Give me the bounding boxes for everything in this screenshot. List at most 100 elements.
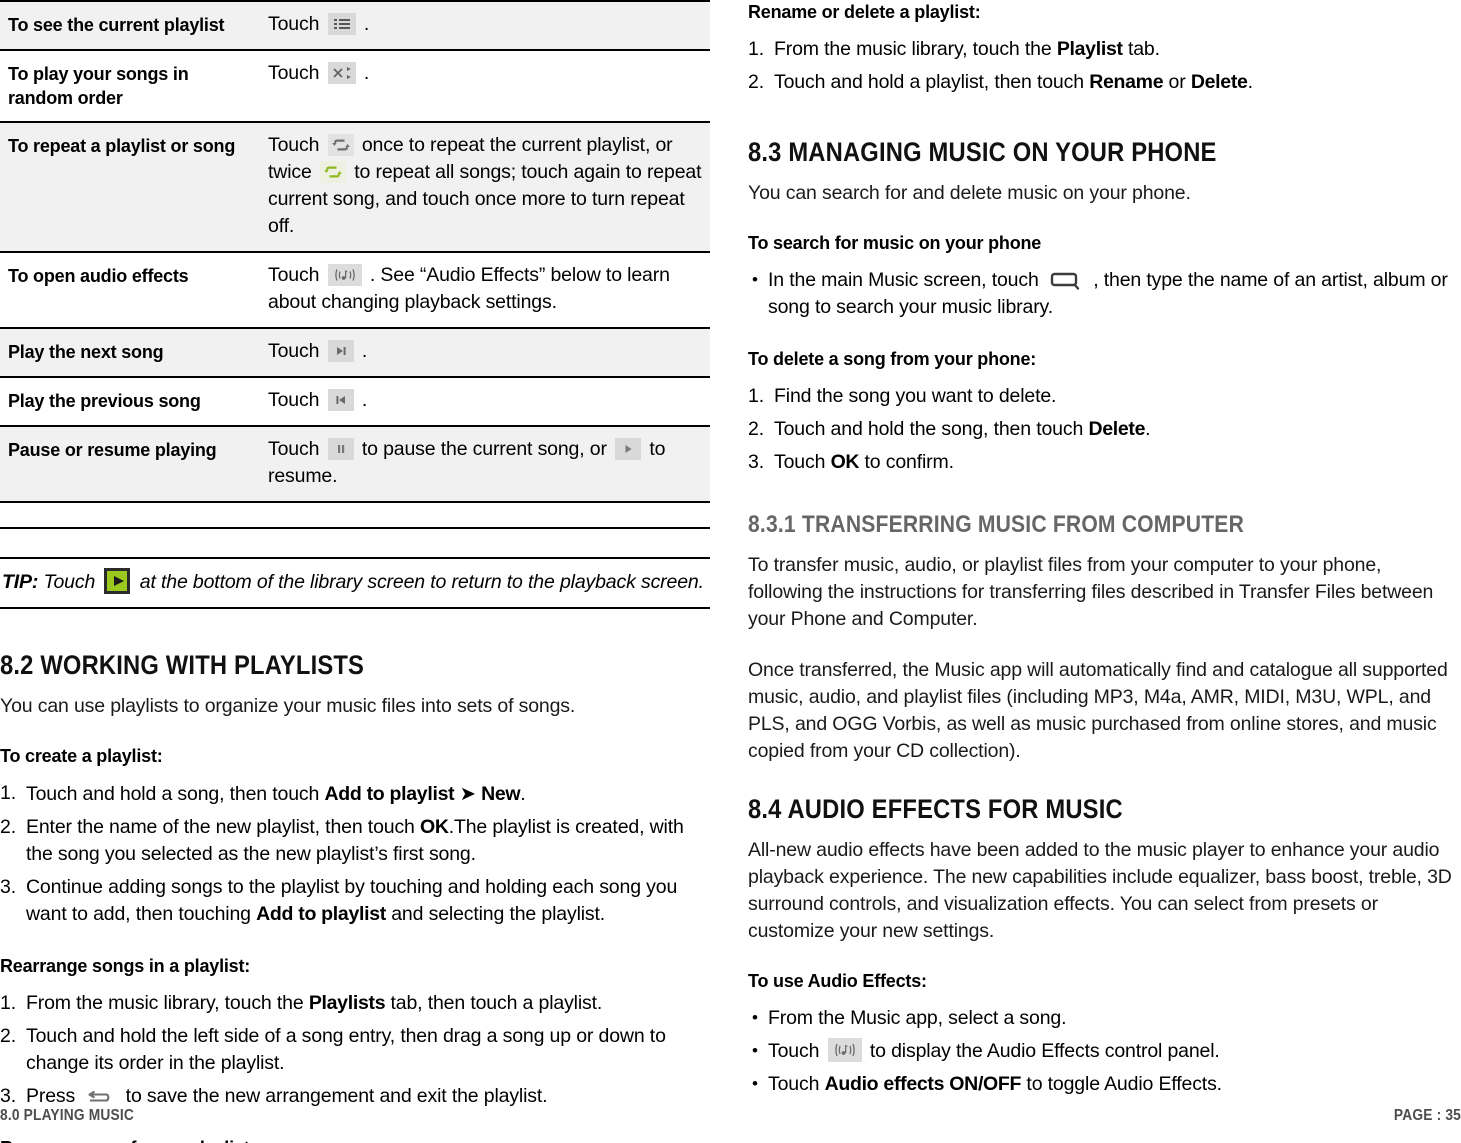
step-bold-term: OK xyxy=(420,816,449,838)
step-text-post: . xyxy=(520,783,526,805)
bullet-text-post: to toggle Audio Effects. xyxy=(1021,1073,1222,1095)
step-text-pre: Enter the name of the new playlist, then… xyxy=(26,816,421,838)
bullet-text-pre: From the Music app, select a song. xyxy=(768,1007,1067,1029)
trailing-punctuation: . xyxy=(363,13,370,35)
footer-chapter-label: 8.0 PLAYING MUSIC xyxy=(0,1107,134,1124)
list-item: 2. Touch and hold a playlist, then touch… xyxy=(748,69,1458,96)
footer-page-number: PAGE : 35 xyxy=(1393,1107,1461,1124)
step-text-post: tab, then touch a playlist. xyxy=(385,992,603,1014)
trailing-punctuation: . xyxy=(361,389,368,411)
list-item: 1. Touch and hold a song, then touch Add… xyxy=(0,780,710,808)
table-cell-description: Touch . xyxy=(262,1,710,50)
back-key-icon xyxy=(83,1087,117,1107)
subheading-use-audio-effects: To use Audio Effects: xyxy=(748,971,927,991)
table-row: To open audio effects Touch . See “Audio… xyxy=(0,252,710,328)
table-row: Play the next song Touch . xyxy=(0,328,710,377)
touch-label: Touch xyxy=(268,340,320,362)
list-item: 3. Continue adding songs to the playlist… xyxy=(0,874,710,928)
step-number: 2. xyxy=(748,418,764,440)
step-number: 1. xyxy=(748,38,764,60)
section-8-3-intro: You can search for and delete music on y… xyxy=(748,182,1191,204)
step-text-post: tab. xyxy=(1122,38,1160,60)
table-row: To see the current playlist Touch . xyxy=(0,1,710,50)
step-bold-term: Add to playlist xyxy=(324,783,455,805)
touch-label: Touch xyxy=(268,134,320,156)
rearrange-songs-steps: 1. From the music library, touch the Pla… xyxy=(0,990,710,1110)
green-play-button-icon xyxy=(104,568,131,594)
step-bold-term: Add to playlist xyxy=(256,903,386,925)
bullet-text-post: to display the Audio Effects control pan… xyxy=(869,1040,1220,1062)
repeat-all-icon xyxy=(319,161,346,183)
rename-delete-steps: 1. From the music library, touch the Pla… xyxy=(748,36,1458,96)
step-text-mid: or xyxy=(1163,71,1191,93)
table-cell-description: Touch . xyxy=(262,328,710,377)
step-bold-term: Delete xyxy=(1088,418,1146,440)
audio-effects-icon xyxy=(327,264,362,286)
step-bold-term-2: Delete xyxy=(1190,71,1248,93)
step-number: 3. xyxy=(0,1085,16,1107)
table-cell-action: To open audio effects xyxy=(0,252,262,328)
section-8-4-intro: All-new audio effects have been added to… xyxy=(748,839,1452,942)
table-cell-action: Play the previous song xyxy=(0,377,262,426)
table-cell-description: Touch . See “Audio Effects” below to lea… xyxy=(262,252,710,328)
table-cell-description: Touch . xyxy=(262,377,710,426)
list-item: 1. From the music library, touch the Pla… xyxy=(748,36,1458,63)
step-number: 2. xyxy=(0,1025,16,1047)
bullet-text-pre: Touch xyxy=(768,1073,825,1095)
step-number: 1. xyxy=(0,782,16,804)
step-text-pre: Touch xyxy=(774,451,831,473)
touch-label: Touch xyxy=(268,389,320,411)
step-number: 3. xyxy=(0,876,16,898)
section-heading-8-2: 8.2 WORKING WITH PLAYLISTS xyxy=(0,650,365,680)
table-row: To repeat a playlist or song Touch once … xyxy=(0,122,710,252)
step-text-pre: From the music library, touch the xyxy=(26,992,309,1014)
step-text-pre: Touch and hold the left side of a song e… xyxy=(26,1025,666,1074)
step-text-post: and selecting the playlist. xyxy=(385,903,606,925)
subheading-search-music: To search for music on your phone xyxy=(748,233,1042,253)
create-playlist-steps: 1. Touch and hold a song, then touch Add… xyxy=(0,780,710,928)
tip-pre-text: Touch xyxy=(43,571,96,593)
step-text-pre: Touch and hold the song, then touch xyxy=(774,418,1089,440)
list-item: 3. Press to save the new arrangement and… xyxy=(0,1083,710,1110)
search-music-bullets: • In the main Music screen, touch , then… xyxy=(748,267,1458,321)
list-item: 2. Enter the name of the new playlist, t… xyxy=(0,814,710,868)
touch-label: Touch xyxy=(268,264,320,286)
step-bold-term: Playlist xyxy=(1056,38,1123,60)
manual-page: To see the current playlist Touch . To p… xyxy=(0,0,1461,1143)
tip-label: TIP: xyxy=(2,571,39,593)
shuffle-icon xyxy=(327,62,356,84)
list-item: 3. Touch OK to confirm. xyxy=(748,449,1458,476)
step-number: 1. xyxy=(748,385,764,407)
step-text-post: . xyxy=(1145,418,1151,440)
delete-song-steps: 1. Find the song you want to delete. 2. … xyxy=(748,383,1458,476)
bullet-bold-term: Audio effects ON/OFF xyxy=(824,1073,1022,1095)
list-item: 2. Touch and hold the song, then touch D… xyxy=(748,416,1458,443)
table-bottom-spacer xyxy=(0,503,710,529)
table-cell-description: Touch . xyxy=(262,50,710,122)
section-heading-8-4: 8.4 AUDIO EFFECTS FOR MUSIC xyxy=(748,794,1123,824)
tip-callout: TIP: Touch at the bottom of the library … xyxy=(0,557,710,609)
step-bold-term: Playlists xyxy=(308,992,386,1014)
step-bold-term-2: New xyxy=(481,783,521,805)
search-key-icon xyxy=(1047,269,1085,291)
subheading-delete-song: To delete a song from your phone: xyxy=(748,349,1037,369)
table-cell-description: Touch to pause the current song, or to r… xyxy=(262,426,710,502)
pause-icon xyxy=(327,438,354,460)
table-cell-action: Play the next song xyxy=(0,328,262,377)
right-column: Rename or delete a playlist: 1. From the… xyxy=(748,0,1458,1104)
table-cell-action: To play your songs in random order xyxy=(0,50,262,122)
